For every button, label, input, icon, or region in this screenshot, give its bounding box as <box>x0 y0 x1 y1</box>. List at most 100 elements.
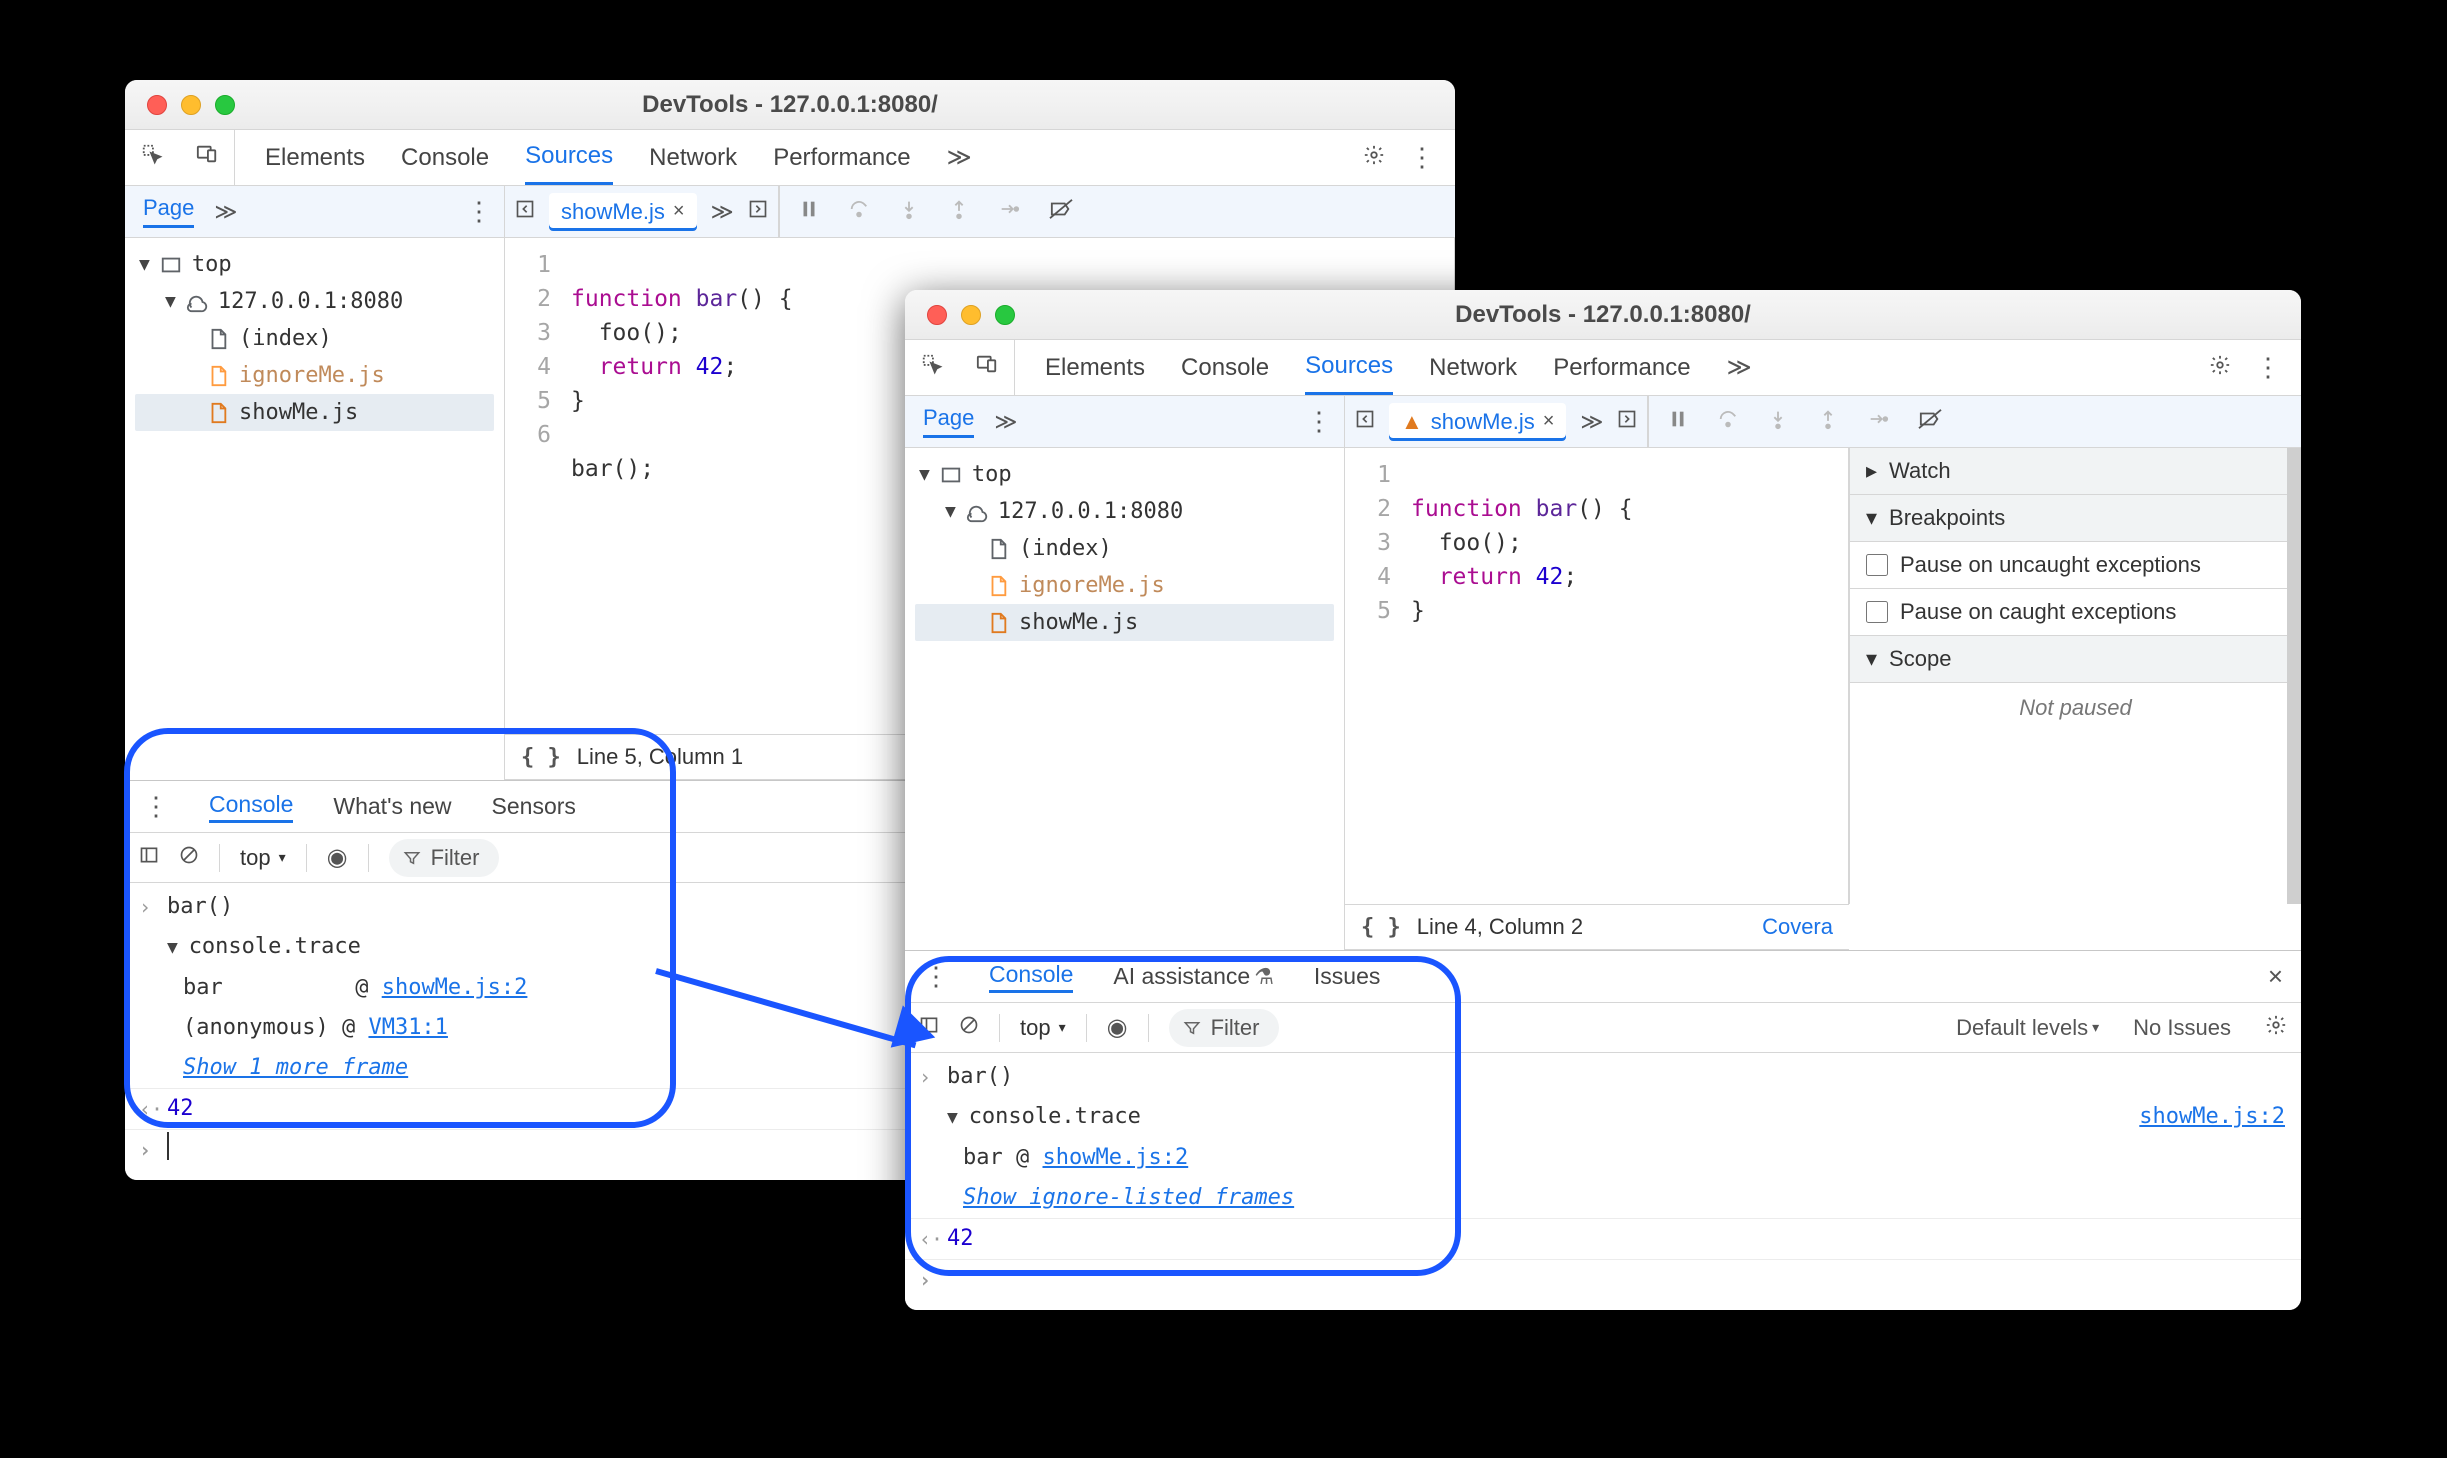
more-files-icon[interactable]: ≫ <box>711 199 734 225</box>
pause-icon[interactable] <box>1667 408 1689 436</box>
tree-top[interactable]: top <box>192 252 232 277</box>
file-navigator[interactable]: ▼ top ▼ 127.0.0.1:8080 (index) ignoreMe.… <box>905 448 1345 950</box>
tree-file-showme[interactable]: showMe.js <box>239 400 358 425</box>
tree-host[interactable]: 127.0.0.1:8080 <box>998 499 1183 524</box>
code-editor[interactable]: 12 34 5 function bar() { foo(); return 4… <box>1345 448 1849 904</box>
more-navigator-tabs-icon[interactable]: ≫ <box>994 409 1017 435</box>
deactivate-breakpoints-icon[interactable] <box>1917 408 1943 436</box>
tree-file-index[interactable]: (index) <box>239 326 332 351</box>
tab-network[interactable]: Network <box>1429 340 1517 395</box>
live-expression-icon[interactable]: ◉ <box>1107 1013 1128 1042</box>
inspect-element-icon[interactable] <box>141 143 163 172</box>
open-file-label: showMe.js <box>561 199 665 225</box>
tree-host[interactable]: 127.0.0.1:8080 <box>218 289 403 314</box>
tab-console[interactable]: Console <box>401 130 489 185</box>
step-over-icon[interactable] <box>848 198 870 226</box>
watch-header[interactable]: ▸Watch <box>1850 448 2301 495</box>
open-file-tab[interactable]: showMe.js × <box>549 193 697 231</box>
pause-icon[interactable] <box>798 198 820 226</box>
stack-frame-link[interactable]: VM31:1 <box>368 1015 447 1040</box>
tree-file-ignoreme[interactable]: ignoreMe.js <box>239 363 385 388</box>
step-into-icon[interactable] <box>1767 408 1789 436</box>
toggle-device-icon[interactable] <box>196 143 218 172</box>
kebab-menu-icon[interactable]: ⋮ <box>2255 352 2281 383</box>
nav-right-icon[interactable] <box>748 199 768 225</box>
navigator-menu-icon[interactable]: ⋮ <box>1306 406 1332 437</box>
more-files-icon[interactable]: ≫ <box>1580 409 1603 435</box>
scope-header[interactable]: ▾Scope <box>1850 636 2301 683</box>
tab-network[interactable]: Network <box>649 130 737 185</box>
toggle-sidebar-icon[interactable] <box>139 845 159 871</box>
step-icon[interactable] <box>998 198 1020 226</box>
drawer-tab-console[interactable]: Console <box>209 791 293 823</box>
console-context-selector[interactable]: top <box>240 845 286 871</box>
open-file-tab[interactable]: ▲ showMe.js × <box>1389 403 1566 441</box>
console-filter-input[interactable]: Filter <box>1169 1009 1280 1047</box>
console-trace-label[interactable]: console.trace <box>969 1104 1141 1129</box>
tree-file-ignoreme[interactable]: ignoreMe.js <box>1019 573 1165 598</box>
live-expression-icon[interactable]: ◉ <box>327 843 348 872</box>
kebab-menu-icon[interactable]: ⋮ <box>1409 142 1435 173</box>
step-into-icon[interactable] <box>898 198 920 226</box>
tree-file-index[interactable]: (index) <box>1019 536 1112 561</box>
show-more-frames-link[interactable]: Show 1 more frame <box>183 1055 408 1080</box>
deactivate-breakpoints-icon[interactable] <box>1048 198 1074 226</box>
console-context-selector[interactable]: top <box>1020 1015 1066 1041</box>
stack-frame-link[interactable]: showMe.js:2 <box>1043 1145 1189 1170</box>
step-over-icon[interactable] <box>1717 408 1739 436</box>
drawer-tab-issues[interactable]: Issues <box>1314 963 1380 990</box>
inspect-element-icon[interactable] <box>921 353 943 382</box>
step-icon[interactable] <box>1867 408 1889 436</box>
console-trace-label[interactable]: console.trace <box>189 934 361 959</box>
console-output[interactable]: › bar() ▼ console.trace showMe.js:2 bar … <box>905 1053 2301 1310</box>
stack-frame-link[interactable]: showMe.js:2 <box>382 975 528 1000</box>
tab-performance[interactable]: Performance <box>1553 340 1690 395</box>
tree-file-showme[interactable]: showMe.js <box>1019 610 1138 635</box>
close-file-tab-icon[interactable]: × <box>1543 410 1555 433</box>
step-out-icon[interactable] <box>1817 408 1839 436</box>
pretty-print-icon[interactable]: { } <box>521 745 561 770</box>
log-levels-selector[interactable]: Default levels <box>1956 1015 2099 1041</box>
toggle-device-icon[interactable] <box>976 353 998 382</box>
pause-caught-checkbox[interactable]: Pause on caught exceptions <box>1850 589 2301 636</box>
close-file-tab-icon[interactable]: × <box>673 200 685 223</box>
issues-count[interactable]: No Issues <box>2133 1015 2231 1041</box>
drawer-tab-sensors[interactable]: Sensors <box>492 793 576 820</box>
drawer-tab-whatsnew[interactable]: What's new <box>333 793 451 820</box>
more-tabs-icon[interactable]: ≫ <box>947 143 972 172</box>
more-tabs-icon[interactable]: ≫ <box>1727 353 1752 382</box>
console-settings-icon[interactable] <box>2265 1014 2287 1042</box>
console-filter-input[interactable]: Filter <box>389 839 500 877</box>
pause-uncaught-checkbox[interactable]: Pause on uncaught exceptions <box>1850 542 2301 589</box>
tab-console[interactable]: Console <box>1181 340 1269 395</box>
step-out-icon[interactable] <box>948 198 970 226</box>
clear-console-icon[interactable] <box>179 845 199 871</box>
navigator-menu-icon[interactable]: ⋮ <box>466 196 492 227</box>
drawer-tab-console[interactable]: Console <box>989 961 1073 993</box>
page-tab[interactable]: Page <box>143 195 194 228</box>
drawer-menu-icon[interactable]: ⋮ <box>143 791 169 822</box>
tab-sources[interactable]: Sources <box>1305 340 1393 395</box>
drawer-menu-icon[interactable]: ⋮ <box>923 961 949 992</box>
page-tab[interactable]: Page <box>923 405 974 438</box>
nav-left-icon[interactable] <box>1355 409 1375 435</box>
clear-console-icon[interactable] <box>959 1015 979 1041</box>
file-navigator[interactable]: ▼ top ▼ 127.0.0.1:8080 (index) ignoreMe.… <box>125 238 505 780</box>
nav-left-icon[interactable] <box>515 199 535 225</box>
nav-right-icon[interactable] <box>1617 409 1637 435</box>
tab-elements[interactable]: Elements <box>1045 340 1145 395</box>
show-ignored-frames-link[interactable]: Show ignore-listed frames <box>963 1185 1294 1210</box>
tab-elements[interactable]: Elements <box>265 130 365 185</box>
drawer-tab-ai[interactable]: AI assistance <box>1113 963 1274 990</box>
drawer-close-icon[interactable]: × <box>2268 961 2283 992</box>
tab-sources[interactable]: Sources <box>525 130 613 185</box>
settings-gear-icon[interactable] <box>2209 352 2231 383</box>
coverage-label[interactable]: Covera <box>1762 914 1833 940</box>
more-navigator-tabs-icon[interactable]: ≫ <box>214 199 237 225</box>
pretty-print-icon[interactable]: { } <box>1361 915 1401 940</box>
settings-gear-icon[interactable] <box>1363 142 1385 173</box>
breakpoints-header[interactable]: ▾Breakpoints <box>1850 495 2301 542</box>
tab-performance[interactable]: Performance <box>773 130 910 185</box>
tree-top[interactable]: top <box>972 462 1012 487</box>
trace-source-link[interactable]: showMe.js:2 <box>2139 1099 2285 1136</box>
